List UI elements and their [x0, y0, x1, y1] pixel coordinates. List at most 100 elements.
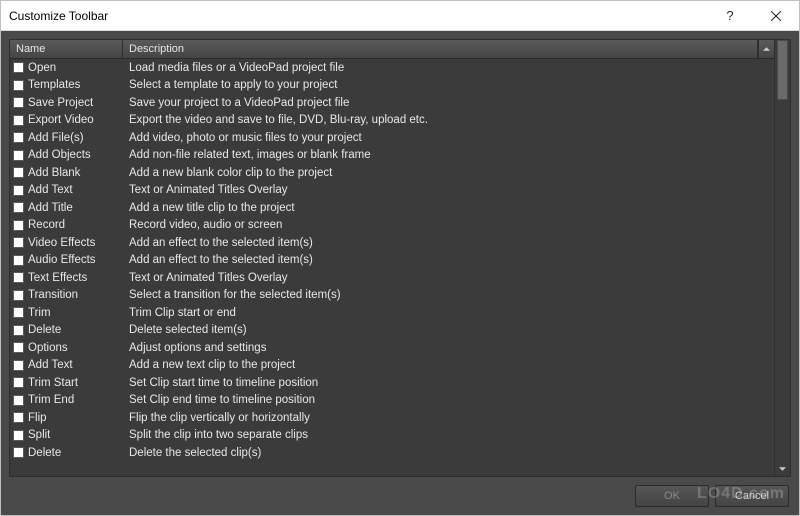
row-checkbox[interactable] — [13, 395, 24, 406]
row-description-cell: Set Clip start time to timeline position — [123, 377, 774, 389]
row-checkbox[interactable] — [13, 167, 24, 178]
row-checkbox[interactable] — [13, 185, 24, 196]
row-checkbox[interactable] — [13, 115, 24, 126]
table-row[interactable]: Text EffectsText or Animated Titles Over… — [10, 269, 774, 287]
row-name-cell: Export Video — [10, 114, 123, 126]
row-description-cell: Set Clip end time to timeline position — [123, 394, 774, 406]
dialog-body: Name Description OpenLoad media files or… — [1, 31, 799, 515]
row-description-cell: Add a new blank color clip to the projec… — [123, 167, 774, 179]
help-button[interactable]: ? — [707, 1, 753, 31]
row-name-cell: Add Title — [10, 202, 123, 214]
row-checkbox[interactable] — [13, 202, 24, 213]
table-row[interactable]: Add File(s)Add video, photo or music fil… — [10, 129, 774, 147]
table-row[interactable]: Save ProjectSave your project to a Video… — [10, 94, 774, 112]
row-checkbox[interactable] — [13, 412, 24, 423]
row-description-cell: Split the clip into two separate clips — [123, 429, 774, 441]
row-checkbox[interactable] — [13, 272, 24, 283]
row-checkbox[interactable] — [13, 255, 24, 266]
row-checkbox[interactable] — [13, 62, 24, 73]
row-description-cell: Trim Clip start or end — [123, 307, 774, 319]
row-checkbox[interactable] — [13, 430, 24, 441]
row-description-cell: Text or Animated Titles Overlay — [123, 272, 774, 284]
help-icon: ? — [726, 8, 733, 23]
table-row[interactable]: Audio EffectsAdd an effect to the select… — [10, 252, 774, 270]
row-name-label: Export Video — [28, 114, 94, 126]
table-row[interactable]: TransitionSelect a transition for the se… — [10, 287, 774, 305]
row-name-cell: Text Effects — [10, 272, 123, 284]
table-row[interactable]: Trim End Set Clip end time to timeline po… — [10, 392, 774, 410]
table-row[interactable]: Trim StartSet Clip start time to timelin… — [10, 374, 774, 392]
row-checkbox[interactable] — [13, 220, 24, 231]
row-name-label: Delete — [28, 324, 61, 336]
table-row[interactable]: FlipFlip the clip vertically or horizont… — [10, 409, 774, 427]
row-name-label: Transition — [28, 289, 78, 301]
row-description-cell: Text or Animated Titles Overlay — [123, 184, 774, 196]
row-name-cell: Templates — [10, 79, 123, 91]
table-row[interactable]: Add TextAdd a new text clip to the proje… — [10, 357, 774, 375]
row-description-cell: Adjust options and settings — [123, 342, 774, 354]
row-checkbox[interactable] — [13, 307, 24, 318]
close-button[interactable] — [753, 1, 799, 31]
row-name-label: Trim — [28, 307, 51, 319]
table-row[interactable]: Trim Trim Clip start or end — [10, 304, 774, 322]
table-row[interactable]: Add ObjectsAdd non-file related text, im… — [10, 147, 774, 165]
row-name-cell: Add Text — [10, 184, 123, 196]
table-row[interactable]: Add TitleAdd a new title clip to the pro… — [10, 199, 774, 217]
row-checkbox[interactable] — [13, 325, 24, 336]
row-description-cell: Add non-file related text, images or bla… — [123, 149, 774, 161]
row-name-cell: Audio Effects — [10, 254, 123, 266]
chevron-down-icon — [763, 47, 770, 51]
table-row[interactable]: TemplatesSelect a template to apply to y… — [10, 77, 774, 95]
table-row[interactable]: Export VideoExport the video and save to… — [10, 112, 774, 130]
row-name-label: Trim End — [28, 394, 74, 406]
row-description-cell: Save your project to a VideoPad project … — [123, 97, 774, 109]
column-header-name-label: Name — [16, 43, 45, 55]
dialog-footer: OK Cancel — [9, 477, 791, 509]
ok-button-label: OK — [664, 490, 680, 502]
row-checkbox[interactable] — [13, 377, 24, 388]
row-name-label: Options — [28, 342, 68, 354]
row-checkbox[interactable] — [13, 80, 24, 91]
scrollbar-down-button[interactable] — [775, 461, 790, 476]
row-name-cell: Delete — [10, 324, 123, 336]
row-name-cell: Flip — [10, 412, 123, 424]
row-description-cell: Select a template to apply to your proje… — [123, 79, 774, 91]
row-checkbox[interactable] — [13, 97, 24, 108]
row-checkbox[interactable] — [13, 342, 24, 353]
close-icon — [771, 11, 781, 21]
row-name-cell: Add Text — [10, 359, 123, 371]
column-header-name[interactable]: Name — [10, 40, 123, 58]
table-row[interactable]: Add TextText or Animated Titles Overlay — [10, 182, 774, 200]
table-row[interactable]: Options Adjust options and settings — [10, 339, 774, 357]
row-description-cell: Add an effect to the selected item(s) — [123, 237, 774, 249]
table-row[interactable]: OpenLoad media files or a VideoPad proje… — [10, 59, 774, 77]
table-row[interactable]: DeleteDelete the selected clip(s) — [10, 444, 774, 462]
column-header-description[interactable]: Description — [123, 40, 758, 58]
row-description-cell: Delete the selected clip(s) — [123, 447, 774, 459]
table-row[interactable]: Split Split the clip into two separate cl… — [10, 427, 774, 445]
row-name-cell: Open — [10, 62, 123, 74]
row-name-cell: Split — [10, 429, 123, 441]
table-row[interactable]: DeleteDelete selected item(s) — [10, 322, 774, 340]
row-name-label: Audio Effects — [28, 254, 96, 266]
row-checkbox[interactable] — [13, 132, 24, 143]
row-checkbox[interactable] — [13, 447, 24, 458]
row-checkbox[interactable] — [13, 237, 24, 248]
row-name-cell: Add Blank — [10, 167, 123, 179]
cancel-button[interactable]: Cancel — [715, 485, 789, 507]
row-name-cell: Options — [10, 342, 123, 354]
row-checkbox[interactable] — [13, 150, 24, 161]
column-header-end[interactable] — [758, 40, 774, 58]
row-checkbox[interactable] — [13, 290, 24, 301]
ok-button[interactable]: OK — [635, 485, 709, 507]
row-name-label: Split — [28, 429, 50, 441]
scrollbar-thumb[interactable] — [777, 40, 788, 100]
vertical-scrollbar[interactable] — [774, 40, 790, 476]
table-row[interactable]: Video EffectsAdd an effect to the select… — [10, 234, 774, 252]
table-row[interactable]: Add BlankAdd a new blank color clip to t… — [10, 164, 774, 182]
row-checkbox[interactable] — [13, 360, 24, 371]
scrollbar-track[interactable] — [775, 40, 790, 461]
toolbar-list-panel: Name Description OpenLoad media files or… — [9, 39, 791, 477]
row-name-label: Add Text — [28, 359, 73, 371]
table-row[interactable]: RecordRecord video, audio or screen — [10, 217, 774, 235]
